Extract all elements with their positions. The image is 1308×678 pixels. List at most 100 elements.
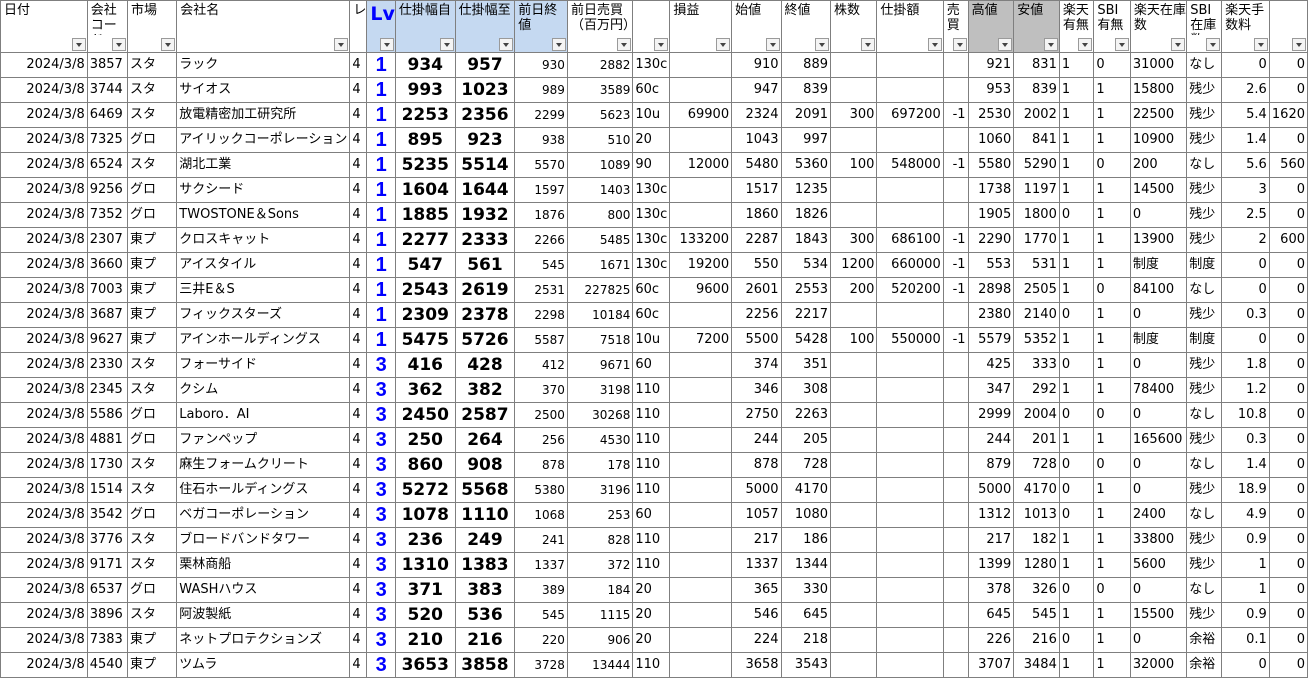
filter-dropdown-icon[interactable] (927, 38, 942, 51)
cell-high[interactable]: 226 (967, 627, 1015, 653)
cell-code[interactable]: 9256 (86, 177, 129, 203)
filter-dropdown-icon[interactable] (654, 38, 669, 51)
cell-low[interactable]: 201 (1013, 427, 1060, 453)
cell-blank-2[interactable]: 0 (1268, 52, 1308, 78)
cell-blank-2[interactable]: 0 (1268, 352, 1308, 378)
cell-blank-2[interactable]: 0 (1268, 177, 1308, 203)
cell-range-to[interactable]: 1383 (454, 552, 516, 578)
cell-re[interactable]: 4 (349, 127, 368, 153)
filter-dropdown-icon[interactable] (861, 38, 876, 51)
cell-rakuten-stock[interactable]: 0 (1129, 302, 1188, 328)
cell-market[interactable]: スタ (127, 77, 178, 103)
cell-low[interactable]: 2505 (1013, 277, 1060, 303)
cell-prev-volume[interactable]: 9671 (566, 352, 634, 378)
cell-date[interactable]: 2024/3/8 (0, 252, 88, 278)
cell-rakuten-avail[interactable]: 1 (1058, 652, 1095, 678)
cell-close[interactable]: 205 (780, 427, 832, 453)
cell-range-from[interactable]: 1885 (394, 202, 456, 228)
cell-code[interactable]: 9627 (86, 327, 129, 353)
cell-rakuten-avail[interactable]: 1 (1058, 77, 1095, 103)
cell-rakuten-stock[interactable]: 32000 (1129, 652, 1188, 678)
cell-market[interactable]: 東プ (127, 627, 178, 653)
cell-rakuten-stock[interactable]: 15800 (1129, 77, 1188, 103)
cell-market[interactable]: グロ (127, 402, 178, 428)
cell-shares[interactable] (829, 502, 878, 528)
cell-re[interactable]: 4 (349, 552, 368, 578)
cell-re[interactable]: 4 (349, 577, 368, 603)
cell-amount[interactable] (876, 177, 944, 203)
cell-amount[interactable] (876, 477, 944, 503)
cell-blank-2[interactable]: 0 (1268, 302, 1308, 328)
cell-open[interactable]: 5480 (731, 152, 782, 178)
cell-range-from[interactable]: 520 (394, 602, 456, 628)
cell-open[interactable]: 217 (731, 527, 782, 553)
cell-blank-2[interactable]: 0 (1268, 627, 1308, 653)
cell-date[interactable]: 2024/3/8 (0, 602, 88, 628)
cell-high[interactable]: 378 (967, 577, 1015, 603)
cell-sbi-stock[interactable]: なし (1186, 277, 1223, 303)
cell-prev-close[interactable]: 938 (514, 127, 568, 153)
cell-side[interactable] (942, 627, 969, 653)
cell-prev-close[interactable]: 1597 (514, 177, 568, 203)
cell-close[interactable]: 186 (780, 527, 832, 553)
cell-amount[interactable] (876, 502, 944, 528)
cell-close[interactable]: 1235 (780, 177, 832, 203)
cell-code[interactable]: 4881 (86, 427, 129, 453)
cell-sbi-stock[interactable]: 残少 (1186, 77, 1223, 103)
cell-range-to[interactable]: 383 (454, 577, 516, 603)
cell-code[interactable]: 3896 (86, 602, 129, 628)
cell-pnl[interactable] (669, 652, 733, 678)
cell-shares[interactable]: 300 (829, 227, 878, 253)
cell-sbi-avail[interactable]: 1 (1093, 77, 1131, 103)
cell-side[interactable] (942, 127, 969, 153)
cell-code[interactable]: 5586 (86, 402, 129, 428)
cell-shares[interactable]: 1200 (829, 252, 878, 278)
cell-range-from[interactable]: 1310 (394, 552, 456, 578)
cell-side[interactable] (942, 77, 969, 103)
cell-rakuten-fee[interactable]: 0.9 (1221, 527, 1270, 553)
cell-rakuten-fee[interactable]: 1.4 (1221, 452, 1270, 478)
cell-open[interactable]: 2256 (731, 302, 782, 328)
cell-blank-2[interactable]: 600 (1268, 227, 1308, 253)
cell-blank-1[interactable]: 110 (632, 427, 671, 453)
cell-range-to[interactable]: 908 (454, 452, 516, 478)
cell-sbi-stock[interactable]: なし (1186, 577, 1223, 603)
cell-prev-close[interactable]: 5380 (514, 477, 568, 503)
cell-low[interactable]: 728 (1013, 452, 1060, 478)
cell-side[interactable] (942, 352, 969, 378)
cell-blank-1[interactable]: 20 (632, 602, 671, 628)
cell-pnl[interactable] (669, 602, 733, 628)
filter-dropdown-icon[interactable] (617, 38, 632, 51)
cell-pnl[interactable]: 69900 (669, 102, 733, 128)
cell-blank-2[interactable]: 1620 (1268, 102, 1308, 128)
filter-dropdown-icon[interactable] (998, 38, 1013, 51)
cell-amount[interactable]: 550000 (876, 327, 944, 353)
cell-shares[interactable] (829, 352, 878, 378)
cell-amount[interactable] (876, 352, 944, 378)
cell-high[interactable]: 1905 (967, 202, 1015, 228)
cell-pnl[interactable] (669, 402, 733, 428)
cell-rakuten-fee[interactable]: 0 (1221, 652, 1270, 678)
cell-rakuten-avail[interactable]: 1 (1058, 52, 1095, 78)
cell-blank-1[interactable]: 60c (632, 77, 671, 103)
cell-blank-1[interactable]: 10u (632, 327, 671, 353)
cell-lv[interactable]: 1 (366, 327, 396, 353)
cell-date[interactable]: 2024/3/8 (0, 202, 88, 228)
cell-range-from[interactable]: 371 (394, 577, 456, 603)
cell-blank-2[interactable]: 0 (1268, 452, 1308, 478)
cell-amount[interactable] (876, 452, 944, 478)
cell-date[interactable]: 2024/3/8 (0, 427, 88, 453)
cell-date[interactable]: 2024/3/8 (0, 552, 88, 578)
cell-rakuten-stock[interactable]: 31000 (1129, 52, 1188, 78)
cell-rakuten-stock[interactable]: 15500 (1129, 602, 1188, 628)
filter-dropdown-icon[interactable] (1043, 38, 1058, 51)
cell-amount[interactable] (876, 127, 944, 153)
cell-shares[interactable] (829, 77, 878, 103)
cell-re[interactable]: 4 (349, 602, 368, 628)
cell-high[interactable]: 2530 (967, 102, 1015, 128)
cell-high[interactable]: 2380 (967, 302, 1015, 328)
cell-pnl[interactable] (669, 177, 733, 203)
cell-blank-1[interactable]: 130c (632, 227, 671, 253)
cell-range-to[interactable]: 2333 (454, 227, 516, 253)
cell-rakuten-fee[interactable]: 0.9 (1221, 602, 1270, 628)
